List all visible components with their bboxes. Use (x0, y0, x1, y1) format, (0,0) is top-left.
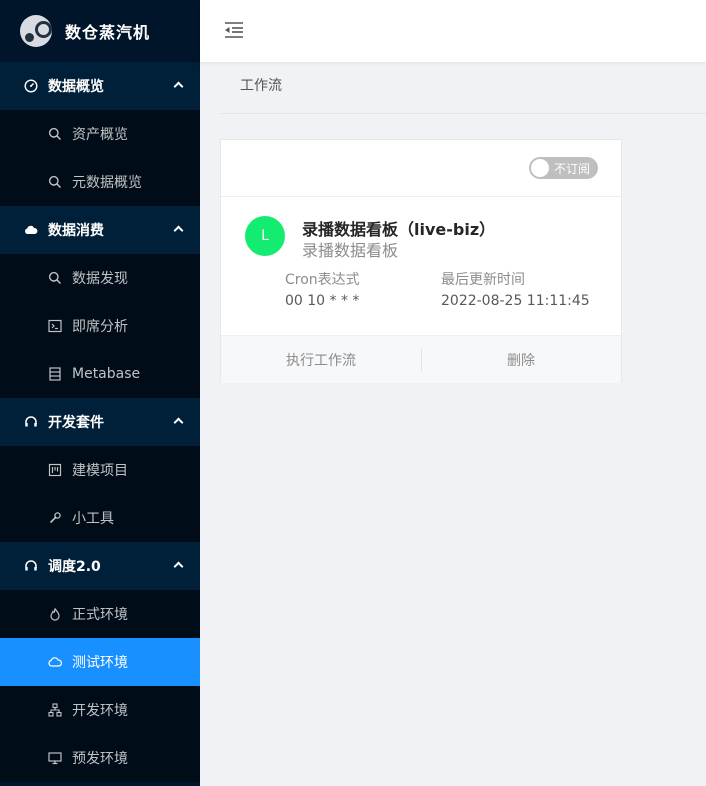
chevron-up-icon (173, 561, 184, 572)
menu-group-label: 开发套件 (48, 415, 104, 431)
card-header: 不订阅 (221, 140, 621, 197)
sidebar-item-test-env[interactable]: 测试环境 (0, 638, 200, 686)
sidebar: 数仓蒸汽机 数据概览 资产概览 元数据概览 数据消费 数据发现 即席分析 Met… (0, 0, 200, 786)
sidebar-item-label: Metabase (72, 366, 141, 382)
cloud-icon (24, 223, 38, 237)
cluster-icon (48, 703, 62, 717)
avatar-letter: L (261, 228, 269, 244)
sidebar-item-label: 正式环境 (72, 607, 128, 623)
sidebar-item-label: 测试环境 (72, 655, 128, 671)
sidebar-item-label: 预发环境 (72, 751, 128, 767)
cron-label: Cron表达式 (285, 272, 360, 288)
sidebar-item-dev-env[interactable]: 开发环境 (0, 686, 200, 734)
headset-icon (24, 559, 38, 573)
menu-group-label: 调度2.0 (48, 559, 101, 575)
workflow-subtitle: 录播数据看板 (302, 241, 399, 260)
sidebar-item-tools[interactable]: 小工具 (0, 494, 200, 542)
menu-group-data-overview[interactable]: 数据概览 (0, 62, 200, 110)
sidebar-item-label: 即席分析 (72, 319, 128, 335)
workflow-card: 不订阅 L 录播数据看板（live-biz） 录播数据看板 Cron表达式 00… (220, 139, 622, 383)
menu-fold-icon[interactable] (224, 21, 244, 39)
chevron-up-icon (173, 81, 184, 92)
sidebar-item-production-env[interactable]: 正式环境 (0, 590, 200, 638)
sidebar-item-label: 建模项目 (72, 463, 128, 479)
top-header (200, 0, 706, 62)
sidebar-item-asset-overview[interactable]: 资产概览 (0, 110, 200, 158)
run-workflow-button[interactable]: 执行工作流 (221, 336, 421, 383)
tool-icon (48, 511, 62, 525)
sidebar-item-adhoc-analysis[interactable]: 即席分析 (0, 302, 200, 350)
sidebar-item-metabase[interactable]: Metabase (0, 350, 200, 398)
fire-icon (48, 607, 62, 621)
headset-icon (24, 415, 38, 429)
menu-group-label: 数据概览 (48, 79, 104, 95)
avatar: L (245, 216, 285, 256)
updated-value: 2022-08-25 11:11:45 (441, 293, 590, 309)
sidebar-item-modeling-project[interactable]: 建模项目 (0, 446, 200, 494)
cloud-outline-icon (48, 655, 62, 669)
sidebar-item-label: 资产概览 (72, 127, 128, 143)
sidebar-item-label: 小工具 (72, 511, 114, 527)
page-header: 工作流 (220, 62, 706, 114)
chevron-up-icon (173, 225, 184, 236)
dashboard-icon (24, 79, 38, 93)
terminal-icon (48, 319, 62, 333)
chevron-up-icon (173, 417, 184, 428)
database-icon (48, 367, 62, 381)
app-title: 数仓蒸汽机 (65, 23, 151, 42)
sidebar-item-label: 数据发现 (72, 271, 128, 287)
page-title: 工作流 (240, 78, 282, 94)
menu-group-scheduler[interactable]: 调度2.0 (0, 542, 200, 590)
menu-group-label: 数据消费 (48, 223, 104, 239)
search-icon (48, 175, 62, 189)
switch-label: 不订阅 (554, 162, 591, 176)
updated-label: 最后更新时间 (441, 272, 525, 288)
switch-knob (531, 159, 549, 177)
project-icon (48, 463, 62, 477)
sidebar-item-data-discovery[interactable]: 数据发现 (0, 254, 200, 302)
search-icon (48, 271, 62, 285)
sidebar-item-label: 元数据概览 (72, 175, 142, 191)
search-icon (48, 127, 62, 141)
cron-value: 00 10 * * * (285, 293, 360, 309)
logo[interactable]: 数仓蒸汽机 (0, 0, 200, 62)
sidebar-item-metadata-overview[interactable]: 元数据概览 (0, 158, 200, 206)
monitor-icon (48, 751, 62, 765)
card-body: L 录播数据看板（live-biz） 录播数据看板 Cron表达式 00 10 … (221, 197, 621, 335)
sidebar-item-staging-env[interactable]: 预发环境 (0, 734, 200, 782)
sidebar-item-label: 开发环境 (72, 703, 128, 719)
delete-button[interactable]: 删除 (421, 336, 621, 383)
subscribe-switch[interactable]: 不订阅 (529, 157, 598, 179)
menu-group-data-consumption[interactable]: 数据消费 (0, 206, 200, 254)
menu-group-dev-kit[interactable]: 开发套件 (0, 398, 200, 446)
steam-logo-icon (20, 15, 52, 47)
card-actions: 执行工作流 删除 (221, 335, 621, 383)
